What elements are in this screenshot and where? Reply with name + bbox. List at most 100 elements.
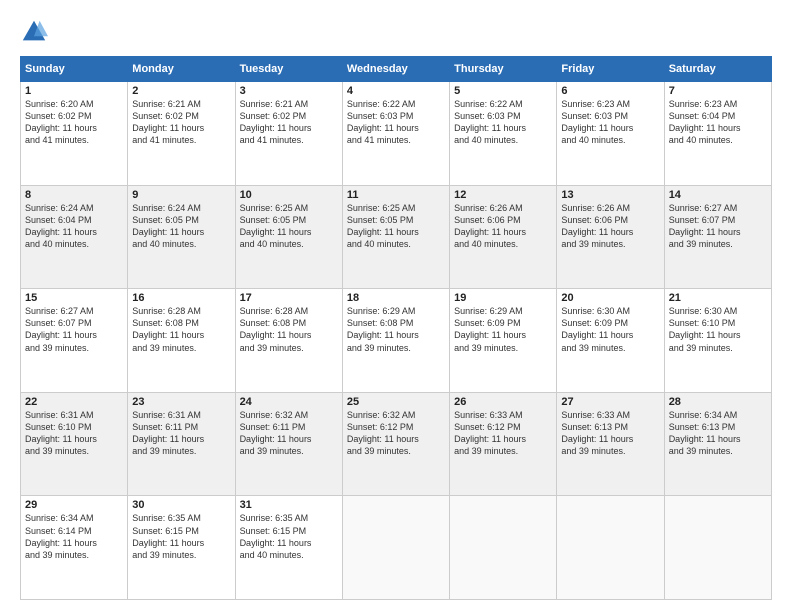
- calendar-cell: 14Sunrise: 6:27 AMSunset: 6:07 PMDayligh…: [664, 185, 771, 289]
- day-info: Sunrise: 6:31 AMSunset: 6:11 PMDaylight:…: [132, 409, 230, 458]
- calendar-cell: 11Sunrise: 6:25 AMSunset: 6:05 PMDayligh…: [342, 185, 449, 289]
- day-info: Sunrise: 6:23 AMSunset: 6:04 PMDaylight:…: [669, 98, 767, 147]
- calendar-cell: 2Sunrise: 6:21 AMSunset: 6:02 PMDaylight…: [128, 82, 235, 186]
- day-number: 23: [132, 396, 230, 408]
- day-info: Sunrise: 6:22 AMSunset: 6:03 PMDaylight:…: [347, 98, 445, 147]
- calendar-week-1: 1Sunrise: 6:20 AMSunset: 6:02 PMDaylight…: [21, 82, 772, 186]
- calendar-cell: [557, 496, 664, 600]
- calendar-cell: 13Sunrise: 6:26 AMSunset: 6:06 PMDayligh…: [557, 185, 664, 289]
- calendar-header-row: SundayMondayTuesdayWednesdayThursdayFrid…: [21, 57, 772, 82]
- day-number: 3: [240, 85, 338, 97]
- day-info: Sunrise: 6:32 AMSunset: 6:11 PMDaylight:…: [240, 409, 338, 458]
- day-info: Sunrise: 6:24 AMSunset: 6:04 PMDaylight:…: [25, 202, 123, 251]
- page: SundayMondayTuesdayWednesdayThursdayFrid…: [0, 0, 792, 612]
- day-info: Sunrise: 6:23 AMSunset: 6:03 PMDaylight:…: [561, 98, 659, 147]
- calendar-cell: 20Sunrise: 6:30 AMSunset: 6:09 PMDayligh…: [557, 289, 664, 393]
- day-number: 15: [25, 292, 123, 304]
- day-info: Sunrise: 6:29 AMSunset: 6:09 PMDaylight:…: [454, 305, 552, 354]
- day-info: Sunrise: 6:28 AMSunset: 6:08 PMDaylight:…: [132, 305, 230, 354]
- calendar-cell: 30Sunrise: 6:35 AMSunset: 6:15 PMDayligh…: [128, 496, 235, 600]
- calendar-header-sunday: Sunday: [21, 57, 128, 82]
- calendar-header-tuesday: Tuesday: [235, 57, 342, 82]
- calendar-cell: 25Sunrise: 6:32 AMSunset: 6:12 PMDayligh…: [342, 392, 449, 496]
- day-info: Sunrise: 6:27 AMSunset: 6:07 PMDaylight:…: [25, 305, 123, 354]
- day-info: Sunrise: 6:26 AMSunset: 6:06 PMDaylight:…: [561, 202, 659, 251]
- day-number: 20: [561, 292, 659, 304]
- calendar-cell: 5Sunrise: 6:22 AMSunset: 6:03 PMDaylight…: [450, 82, 557, 186]
- day-info: Sunrise: 6:30 AMSunset: 6:10 PMDaylight:…: [669, 305, 767, 354]
- calendar-cell: [664, 496, 771, 600]
- calendar-cell: 26Sunrise: 6:33 AMSunset: 6:12 PMDayligh…: [450, 392, 557, 496]
- calendar-header-monday: Monday: [128, 57, 235, 82]
- day-number: 28: [669, 396, 767, 408]
- day-number: 25: [347, 396, 445, 408]
- day-info: Sunrise: 6:22 AMSunset: 6:03 PMDaylight:…: [454, 98, 552, 147]
- day-info: Sunrise: 6:31 AMSunset: 6:10 PMDaylight:…: [25, 409, 123, 458]
- calendar-cell: 31Sunrise: 6:35 AMSunset: 6:15 PMDayligh…: [235, 496, 342, 600]
- day-number: 8: [25, 189, 123, 201]
- day-info: Sunrise: 6:25 AMSunset: 6:05 PMDaylight:…: [240, 202, 338, 251]
- calendar-cell: 7Sunrise: 6:23 AMSunset: 6:04 PMDaylight…: [664, 82, 771, 186]
- header: [20, 18, 772, 46]
- day-info: Sunrise: 6:25 AMSunset: 6:05 PMDaylight:…: [347, 202, 445, 251]
- day-info: Sunrise: 6:21 AMSunset: 6:02 PMDaylight:…: [240, 98, 338, 147]
- day-number: 4: [347, 85, 445, 97]
- day-number: 22: [25, 396, 123, 408]
- calendar-cell: [450, 496, 557, 600]
- day-number: 18: [347, 292, 445, 304]
- day-number: 9: [132, 189, 230, 201]
- day-info: Sunrise: 6:21 AMSunset: 6:02 PMDaylight:…: [132, 98, 230, 147]
- calendar-cell: 9Sunrise: 6:24 AMSunset: 6:05 PMDaylight…: [128, 185, 235, 289]
- day-number: 10: [240, 189, 338, 201]
- calendar-cell: 17Sunrise: 6:28 AMSunset: 6:08 PMDayligh…: [235, 289, 342, 393]
- day-number: 16: [132, 292, 230, 304]
- day-info: Sunrise: 6:29 AMSunset: 6:08 PMDaylight:…: [347, 305, 445, 354]
- day-number: 5: [454, 85, 552, 97]
- calendar-table: SundayMondayTuesdayWednesdayThursdayFrid…: [20, 56, 772, 600]
- day-info: Sunrise: 6:33 AMSunset: 6:13 PMDaylight:…: [561, 409, 659, 458]
- logo: [20, 18, 52, 46]
- day-number: 30: [132, 499, 230, 511]
- day-info: Sunrise: 6:35 AMSunset: 6:15 PMDaylight:…: [132, 512, 230, 561]
- calendar-week-5: 29Sunrise: 6:34 AMSunset: 6:14 PMDayligh…: [21, 496, 772, 600]
- day-info: Sunrise: 6:34 AMSunset: 6:14 PMDaylight:…: [25, 512, 123, 561]
- day-info: Sunrise: 6:28 AMSunset: 6:08 PMDaylight:…: [240, 305, 338, 354]
- calendar-cell: 21Sunrise: 6:30 AMSunset: 6:10 PMDayligh…: [664, 289, 771, 393]
- day-number: 11: [347, 189, 445, 201]
- day-number: 26: [454, 396, 552, 408]
- calendar-header-friday: Friday: [557, 57, 664, 82]
- day-info: Sunrise: 6:27 AMSunset: 6:07 PMDaylight:…: [669, 202, 767, 251]
- calendar-cell: 10Sunrise: 6:25 AMSunset: 6:05 PMDayligh…: [235, 185, 342, 289]
- calendar-cell: 3Sunrise: 6:21 AMSunset: 6:02 PMDaylight…: [235, 82, 342, 186]
- day-number: 21: [669, 292, 767, 304]
- calendar-cell: 24Sunrise: 6:32 AMSunset: 6:11 PMDayligh…: [235, 392, 342, 496]
- day-number: 14: [669, 189, 767, 201]
- logo-icon: [20, 18, 48, 46]
- calendar-cell: 4Sunrise: 6:22 AMSunset: 6:03 PMDaylight…: [342, 82, 449, 186]
- calendar-cell: 22Sunrise: 6:31 AMSunset: 6:10 PMDayligh…: [21, 392, 128, 496]
- calendar-cell: 8Sunrise: 6:24 AMSunset: 6:04 PMDaylight…: [21, 185, 128, 289]
- day-number: 6: [561, 85, 659, 97]
- calendar-cell: 6Sunrise: 6:23 AMSunset: 6:03 PMDaylight…: [557, 82, 664, 186]
- calendar-week-2: 8Sunrise: 6:24 AMSunset: 6:04 PMDaylight…: [21, 185, 772, 289]
- calendar-header-wednesday: Wednesday: [342, 57, 449, 82]
- day-number: 12: [454, 189, 552, 201]
- day-number: 19: [454, 292, 552, 304]
- day-info: Sunrise: 6:24 AMSunset: 6:05 PMDaylight:…: [132, 202, 230, 251]
- calendar-cell: 15Sunrise: 6:27 AMSunset: 6:07 PMDayligh…: [21, 289, 128, 393]
- calendar-cell: 1Sunrise: 6:20 AMSunset: 6:02 PMDaylight…: [21, 82, 128, 186]
- calendar-cell: 12Sunrise: 6:26 AMSunset: 6:06 PMDayligh…: [450, 185, 557, 289]
- day-number: 31: [240, 499, 338, 511]
- calendar-header-thursday: Thursday: [450, 57, 557, 82]
- day-info: Sunrise: 6:20 AMSunset: 6:02 PMDaylight:…: [25, 98, 123, 147]
- calendar-cell: 23Sunrise: 6:31 AMSunset: 6:11 PMDayligh…: [128, 392, 235, 496]
- day-number: 29: [25, 499, 123, 511]
- calendar-cell: [342, 496, 449, 600]
- day-number: 7: [669, 85, 767, 97]
- calendar-week-3: 15Sunrise: 6:27 AMSunset: 6:07 PMDayligh…: [21, 289, 772, 393]
- day-info: Sunrise: 6:30 AMSunset: 6:09 PMDaylight:…: [561, 305, 659, 354]
- day-info: Sunrise: 6:35 AMSunset: 6:15 PMDaylight:…: [240, 512, 338, 561]
- day-info: Sunrise: 6:32 AMSunset: 6:12 PMDaylight:…: [347, 409, 445, 458]
- day-info: Sunrise: 6:34 AMSunset: 6:13 PMDaylight:…: [669, 409, 767, 458]
- calendar-cell: 19Sunrise: 6:29 AMSunset: 6:09 PMDayligh…: [450, 289, 557, 393]
